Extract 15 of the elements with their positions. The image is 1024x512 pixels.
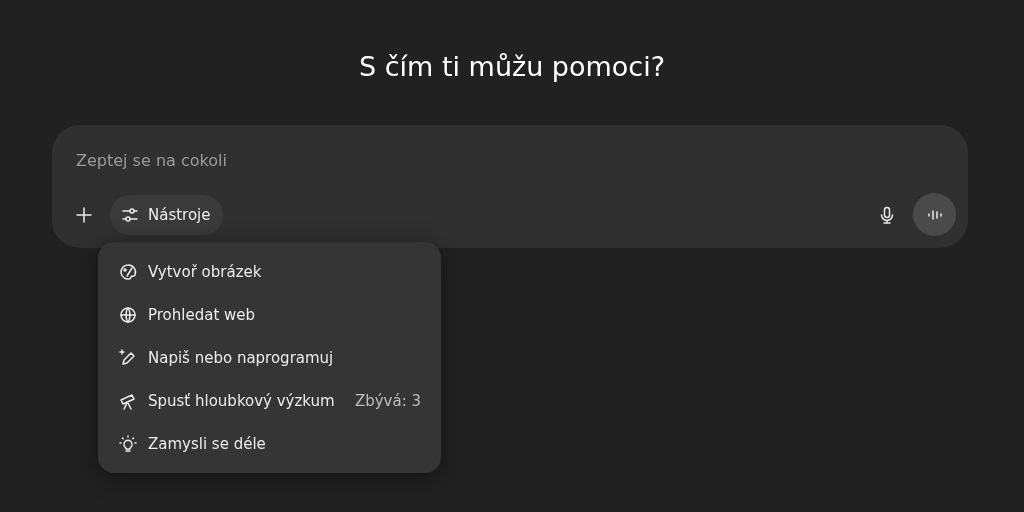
globe-icon bbox=[118, 304, 138, 325]
pencil-sparkle-icon bbox=[118, 347, 138, 368]
message-input[interactable]: Zeptej se na cokoli bbox=[76, 145, 576, 175]
lightbulb-icon bbox=[118, 433, 138, 454]
menu-item[interactable]: Napiš nebo naprogramuj bbox=[98, 336, 441, 379]
remaining-count: Zbývá: 3 bbox=[354, 391, 421, 410]
plus-icon bbox=[74, 204, 94, 225]
menu-item[interactable]: Vytvoř obrázek bbox=[98, 250, 441, 293]
menu-item[interactable]: Prohledat web bbox=[98, 293, 441, 336]
menu-item[interactable]: Spusť hloubkový výzkum Zbývá: 3 bbox=[98, 379, 441, 422]
voice-mode-button[interactable] bbox=[913, 193, 956, 236]
page-heading: S čím ti můžu pomoci? bbox=[357, 50, 667, 84]
menu-item[interactable]: Zamysli se déle bbox=[98, 422, 441, 465]
tools-button[interactable]: Nástroje bbox=[110, 194, 223, 235]
palette-icon bbox=[118, 261, 138, 282]
